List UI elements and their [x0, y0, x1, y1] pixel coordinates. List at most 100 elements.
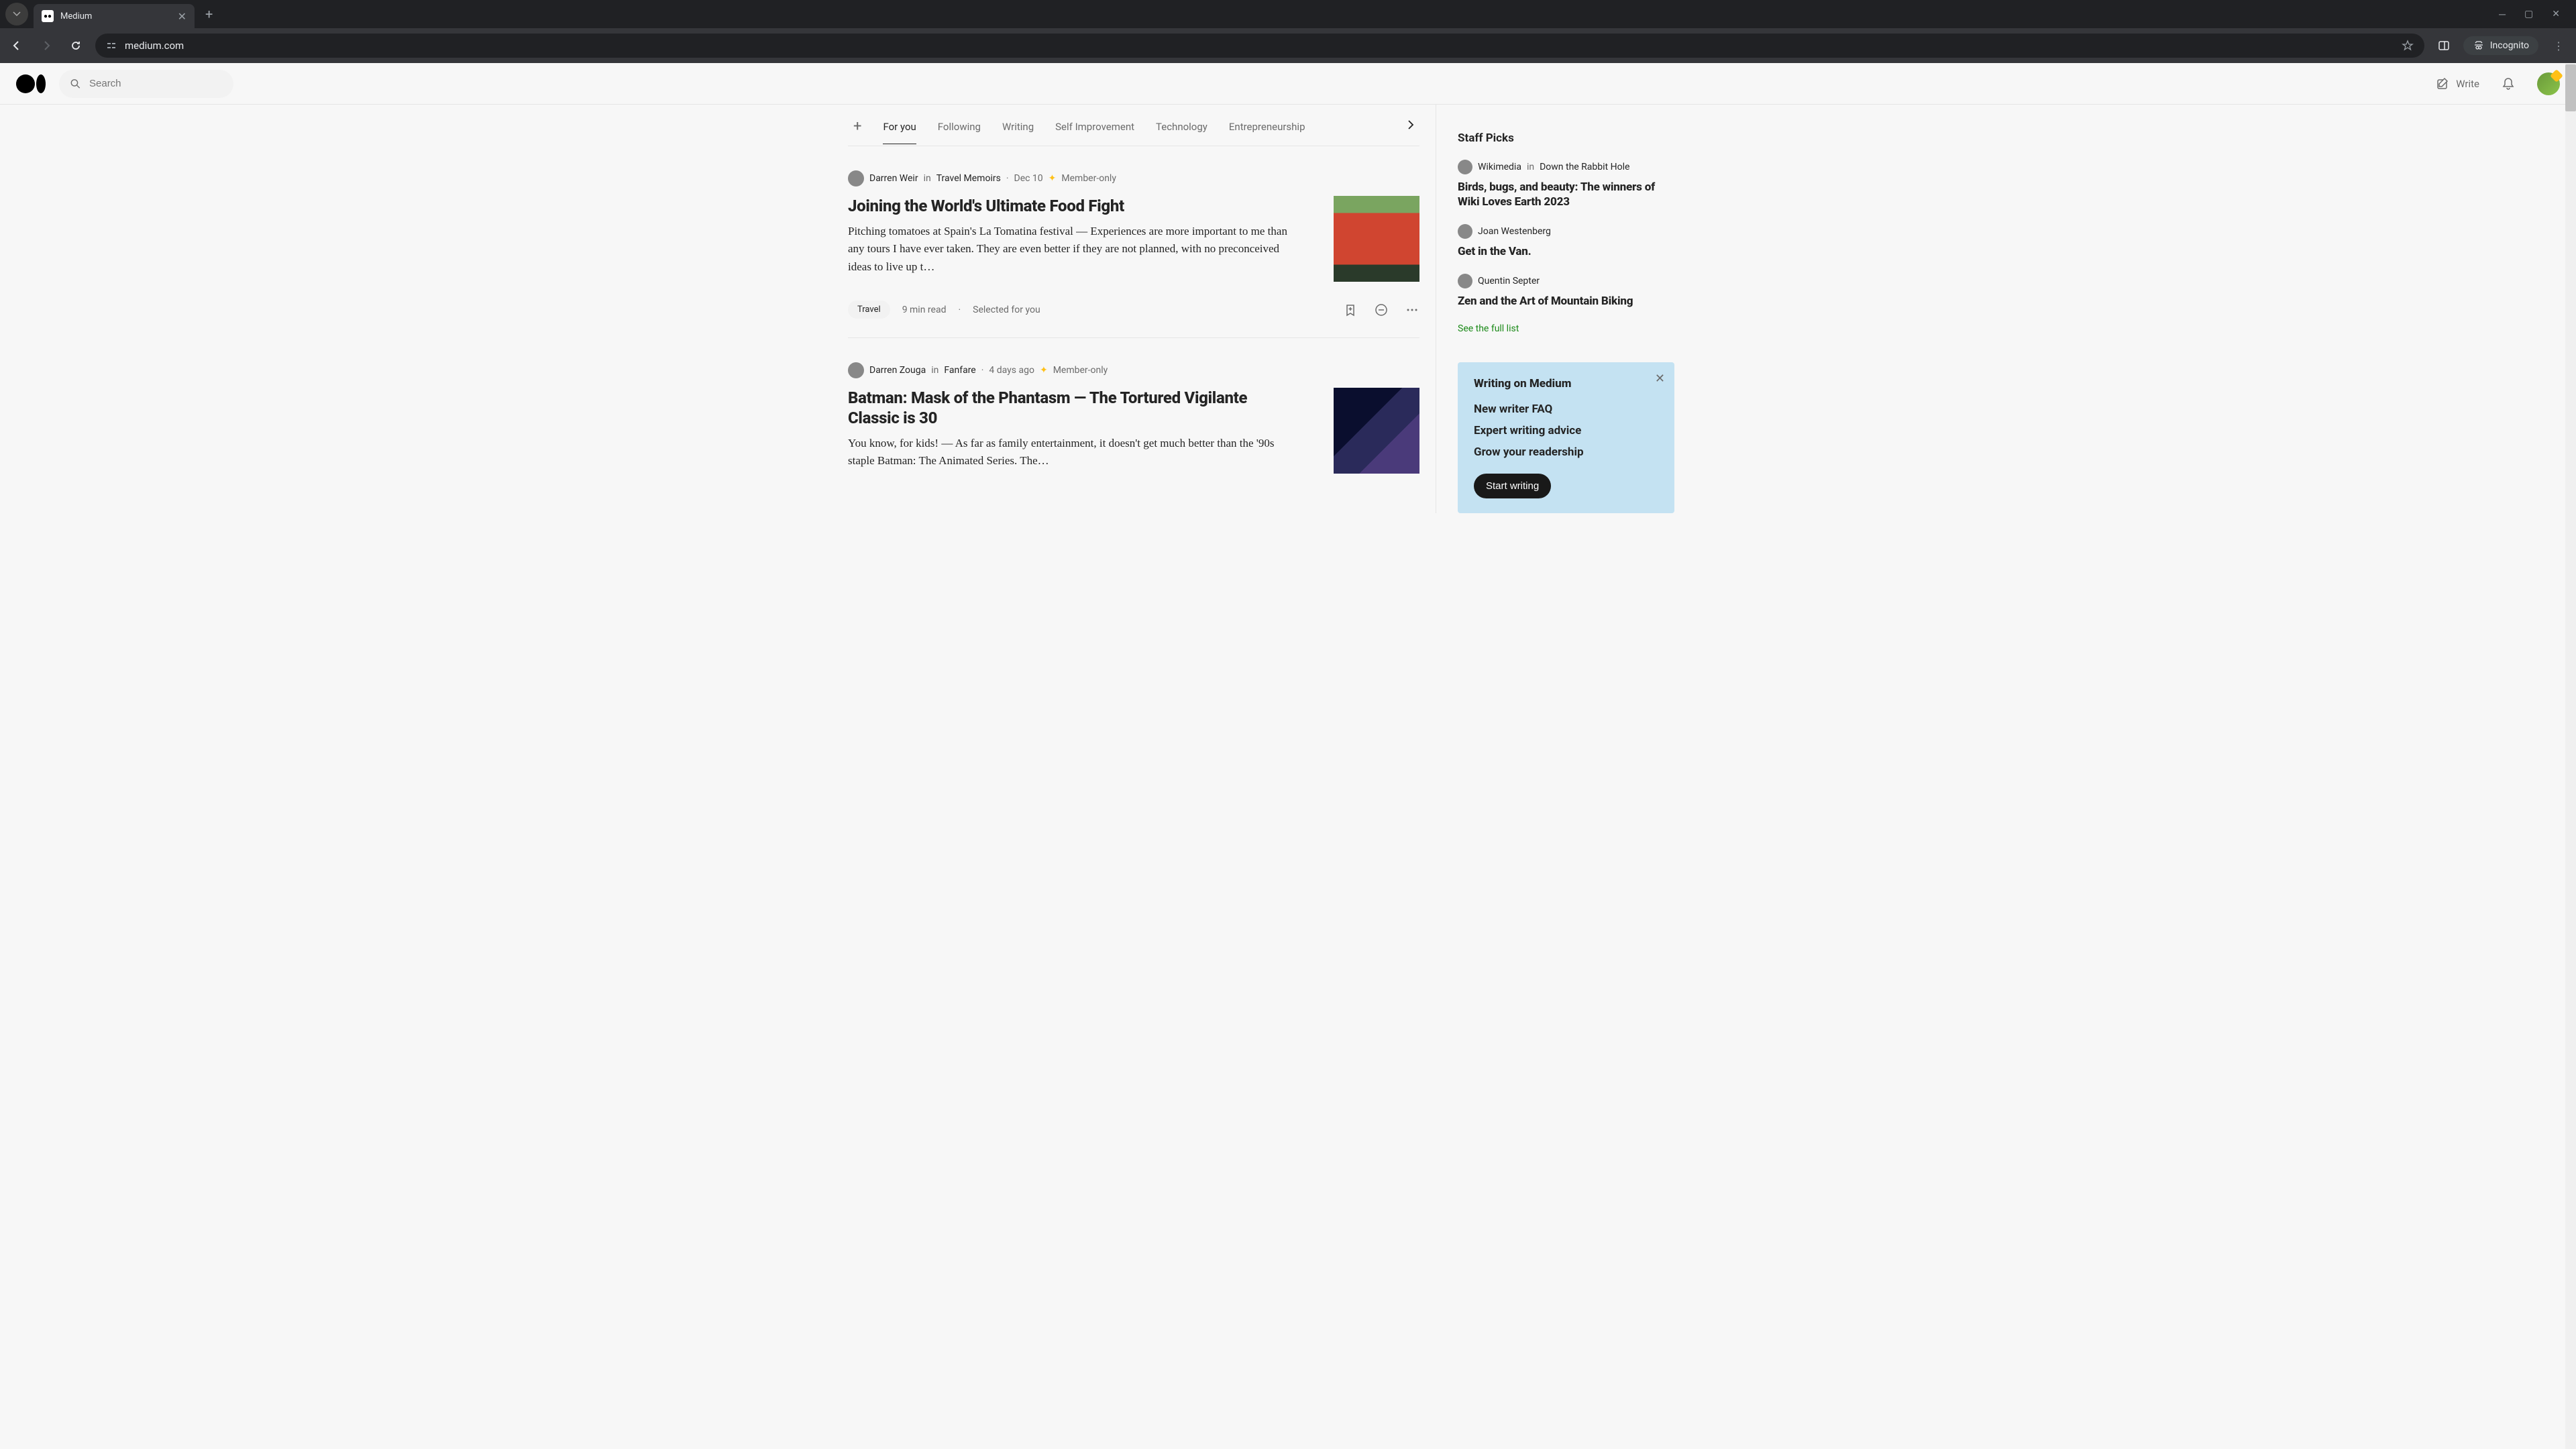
article-title[interactable]: Joining the World's Ultimate Food Fight [848, 196, 1301, 216]
pick-title[interactable]: Zen and the Art of Mountain Biking [1458, 294, 1674, 309]
side-panel-icon[interactable] [2434, 36, 2454, 56]
article-thumbnail[interactable] [1334, 388, 1419, 474]
incognito-icon [2473, 41, 2485, 50]
write-icon [2436, 76, 2451, 91]
article-excerpt: Pitching tomatoes at Spain's La Tomatina… [848, 223, 1301, 276]
article-date: 4 days ago [989, 365, 1034, 376]
pick-author[interactable]: Quentin Septer [1478, 276, 1540, 286]
card-link-faq[interactable]: New writer FAQ [1474, 402, 1658, 416]
tab-technology[interactable]: Technology [1156, 121, 1208, 144]
article-excerpt: You know, for kids! — As far as family e… [848, 435, 1301, 470]
browser-tab[interactable]: ●● Medium ✕ [34, 4, 195, 28]
article-title[interactable]: Batman: Mask of the Phantasm — The Tortu… [848, 388, 1301, 428]
tab-strip: ●● Medium ✕ + ─ ▢ ✕ [0, 0, 2576, 28]
write-button[interactable]: Write [2436, 76, 2479, 91]
byline-in: in [931, 365, 938, 376]
pick-title[interactable]: Birds, bugs, and beauty: The winners of … [1458, 180, 1674, 209]
write-label: Write [2456, 78, 2479, 90]
card-title: Writing on Medium [1474, 377, 1658, 390]
incognito-badge[interactable]: Incognito [2463, 36, 2538, 55]
author-avatar[interactable] [848, 362, 864, 378]
card-link-advice[interactable]: Expert writing advice [1474, 424, 1658, 437]
article-byline: Darren Zouga in Fanfare · 4 days ago ✦ M… [848, 362, 1419, 378]
article-date: Dec 10 [1014, 173, 1043, 184]
article-card: Darren Zouga in Fanfare · 4 days ago ✦ M… [848, 338, 1419, 492]
start-writing-button[interactable]: Start writing [1474, 474, 1551, 498]
see-full-list-link[interactable]: See the full list [1458, 323, 1674, 334]
pick-avatar[interactable] [1458, 160, 1472, 174]
address-bar[interactable]: medium.com [95, 34, 2424, 58]
main-feed: + For you Following Writing Self Improve… [832, 105, 1436, 513]
staff-pick: Joan Westenberg Get in the Van. [1458, 224, 1674, 259]
maximize-icon[interactable]: ▢ [2524, 9, 2533, 20]
sidebar: Staff Picks Wikimedia in Down the Rabbit… [1436, 105, 1690, 513]
staff-pick: Quentin Septer Zen and the Art of Mounta… [1458, 274, 1674, 309]
tab-following[interactable]: Following [938, 121, 981, 144]
pick-author[interactable]: Joan Westenberg [1478, 226, 1551, 237]
topic-chip[interactable]: Travel [848, 301, 890, 319]
byline-in: in [924, 173, 931, 184]
tab-search-dropdown[interactable] [5, 3, 28, 25]
member-only-label: Member-only [1061, 173, 1116, 184]
writing-promo-card: ✕ Writing on Medium New writer FAQ Exper… [1458, 362, 1674, 513]
pick-publication[interactable]: Down the Rabbit Hole [1540, 162, 1629, 172]
article-thumbnail[interactable] [1334, 196, 1419, 282]
tab-writing[interactable]: Writing [1002, 121, 1034, 144]
tab-favicon: ●● [42, 10, 54, 22]
byline-separator: · [981, 365, 984, 376]
selected-for-you: Selected for you [973, 305, 1040, 315]
staff-pick: Wikimedia in Down the Rabbit Hole Birds,… [1458, 160, 1674, 209]
notifications-icon[interactable] [2501, 76, 2516, 91]
tab-close-icon[interactable]: ✕ [178, 10, 186, 23]
publication-link[interactable]: Travel Memoirs [936, 173, 1001, 184]
footer-separator: · [958, 305, 961, 315]
tab-title: Medium [60, 11, 92, 21]
user-avatar[interactable] [2537, 72, 2560, 95]
pick-avatar[interactable] [1458, 274, 1472, 288]
author-avatar[interactable] [848, 170, 864, 186]
search-input[interactable] [89, 78, 223, 89]
scrollbar-track[interactable] [2565, 63, 2576, 1449]
tab-self-improvement[interactable]: Self Improvement [1055, 121, 1134, 144]
byline-separator: · [1006, 173, 1009, 184]
tab-entrepreneurship[interactable]: Entrepreneurship [1229, 121, 1305, 144]
scrollbar-thumb[interactable] [2565, 64, 2576, 111]
article-footer: Travel 9 min read · Selected for you [848, 301, 1419, 319]
bookmark-icon[interactable] [1343, 303, 1358, 317]
add-topic-button[interactable]: + [853, 118, 861, 146]
read-time: 9 min read [902, 305, 947, 315]
browser-chrome: ●● Medium ✕ + ─ ▢ ✕ medium.com Incognito… [0, 0, 2576, 63]
author-link[interactable]: Darren Zouga [869, 365, 926, 376]
bookmark-star-icon[interactable] [2402, 40, 2414, 52]
close-icon[interactable]: ✕ [1655, 372, 1665, 386]
pick-title[interactable]: Get in the Van. [1458, 244, 1674, 259]
reload-button[interactable] [66, 36, 86, 56]
browser-menu-icon[interactable]: ⋮ [2548, 40, 2569, 52]
pick-author[interactable]: Wikimedia [1478, 162, 1521, 172]
close-window-icon[interactable]: ✕ [2552, 9, 2560, 20]
url-text: medium.com [125, 40, 184, 52]
site-settings-icon[interactable] [106, 40, 117, 51]
tab-for-you[interactable]: For you [883, 121, 916, 144]
article-card: Darren Weir in Travel Memoirs · Dec 10 ✦… [848, 146, 1419, 338]
pick-avatar[interactable] [1458, 224, 1472, 239]
member-star-icon: ✦ [1040, 365, 1048, 376]
medium-logo[interactable] [16, 74, 46, 93]
member-star-icon: ✦ [1049, 173, 1057, 184]
new-tab-button[interactable]: + [200, 6, 218, 22]
publication-link[interactable]: Fanfare [944, 365, 975, 376]
author-link[interactable]: Darren Weir [869, 173, 918, 184]
feed-tabs: + For you Following Writing Self Improve… [848, 105, 1419, 146]
window-controls: ─ ▢ ✕ [2499, 9, 2571, 20]
member-only-label: Member-only [1053, 365, 1108, 376]
forward-button[interactable] [36, 36, 56, 56]
back-button[interactable] [7, 36, 27, 56]
site-header: Write [0, 63, 2576, 105]
incognito-label: Incognito [2490, 40, 2529, 51]
more-icon[interactable] [1405, 303, 1419, 317]
tabs-scroll-right[interactable] [1366, 105, 1419, 145]
search-container[interactable] [59, 70, 233, 98]
show-less-icon[interactable] [1374, 303, 1389, 317]
card-link-readership[interactable]: Grow your readership [1474, 445, 1658, 459]
minimize-icon[interactable]: ─ [2499, 9, 2506, 20]
